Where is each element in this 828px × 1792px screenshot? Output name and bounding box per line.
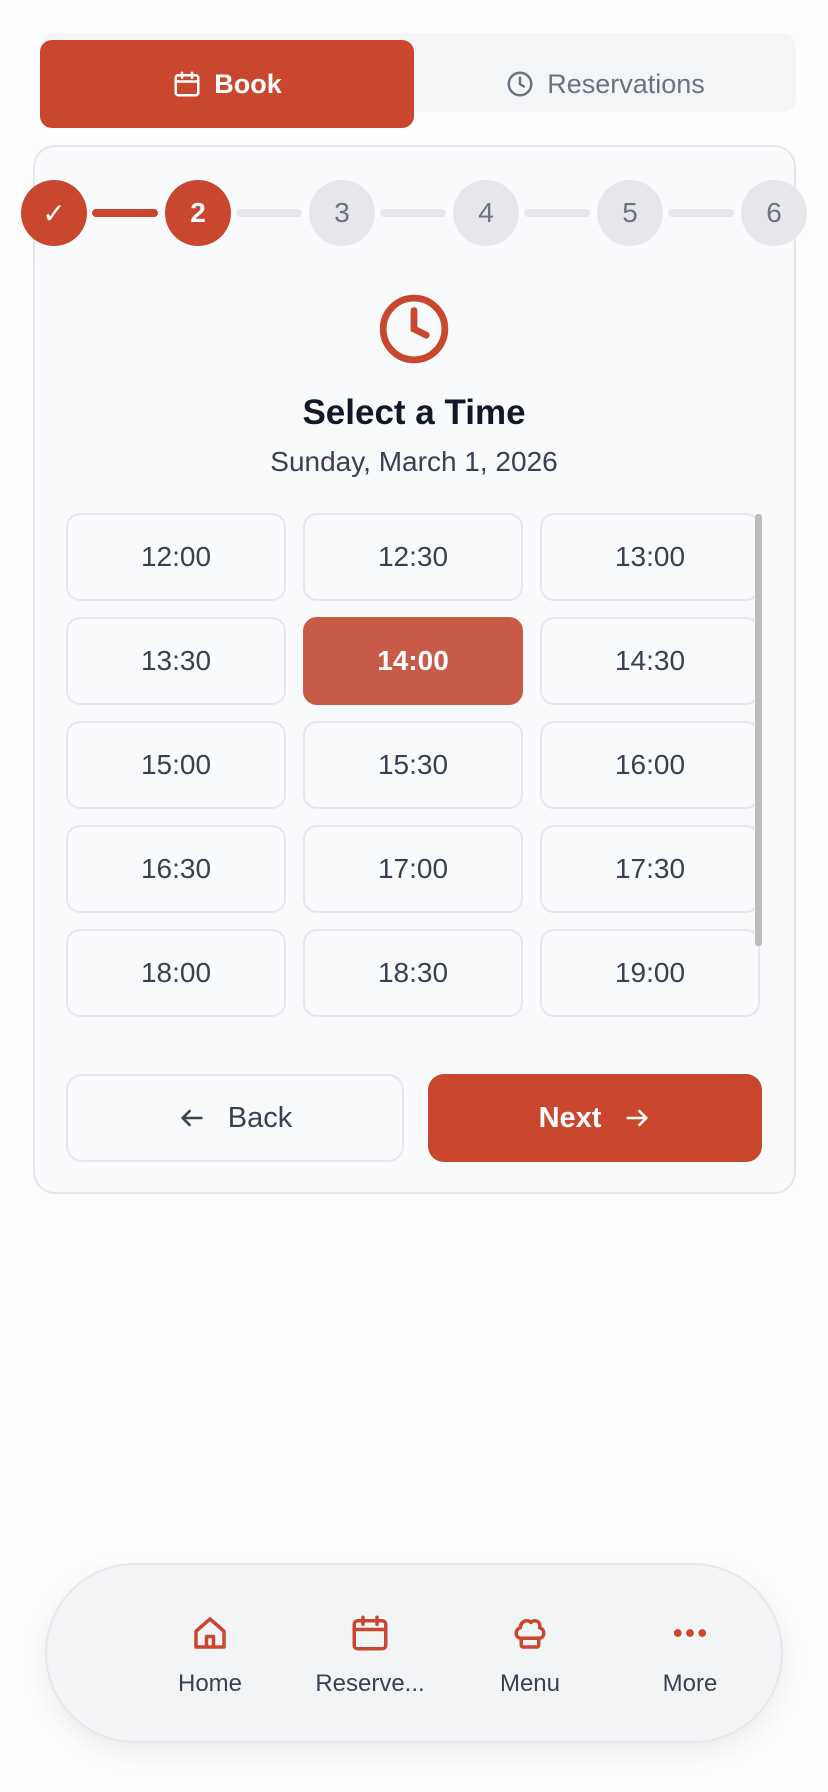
progress-stepper: ✓ 2 3 4 5 6 [0, 180, 828, 248]
time-slot[interactable]: 12:30 [303, 513, 523, 601]
time-slot-selected[interactable]: 14:00 [303, 617, 523, 705]
arrow-left-icon [181, 1109, 203, 1127]
step-4: 4 [453, 180, 519, 246]
step-number: 3 [334, 197, 350, 228]
step-number: 2 [190, 197, 206, 228]
time-slot[interactable]: 18:30 [303, 929, 523, 1017]
time-slot[interactable]: 17:30 [540, 825, 760, 913]
nav-reservations[interactable]: Reserve... [285, 1565, 455, 1745]
step-connector [524, 209, 590, 217]
step-5: 5 [597, 180, 663, 246]
back-button[interactable]: Back [66, 1074, 404, 1162]
bottom-navigation: Home Reserve... Menu More [45, 1563, 783, 1743]
time-slot-grid: 12:00 12:30 13:00 13:30 14:00 14:30 15:0… [66, 513, 764, 1017]
time-slot[interactable]: 17:00 [303, 825, 523, 913]
page-title: Select a Time [302, 393, 526, 432]
nav-menu-label: Menu [499, 1670, 561, 1697]
nav-more[interactable]: More [605, 1565, 775, 1745]
clock-icon [379, 294, 449, 364]
selected-date: Sunday, March 1, 2026 [270, 446, 558, 477]
time-slot[interactable]: 13:00 [540, 513, 760, 601]
next-label: Next [538, 1101, 602, 1134]
more-icon [673, 1629, 707, 1637]
time-slot[interactable]: 18:00 [66, 929, 286, 1017]
time-slot[interactable]: 16:30 [66, 825, 286, 913]
tab-book-label: Book [214, 68, 282, 99]
calendar-icon [174, 71, 200, 97]
step-connector [380, 209, 446, 217]
time-slot[interactable]: 16:00 [540, 721, 760, 809]
time-slot[interactable]: 15:00 [66, 721, 286, 809]
step-2: 2 [165, 180, 231, 246]
check-icon: ✓ [42, 197, 66, 229]
step-connector [92, 209, 158, 217]
home-icon [194, 1617, 226, 1649]
time-slot[interactable]: 12:00 [66, 513, 286, 601]
step-number: 5 [622, 197, 638, 228]
nav-reservations-label: Reserve... [315, 1670, 425, 1697]
back-label: Back [227, 1101, 293, 1134]
calendar-icon [352, 1615, 388, 1651]
time-grid-scrollbar[interactable] [755, 514, 762, 946]
step-number: 6 [766, 197, 782, 228]
nav-home[interactable]: Home [125, 1565, 295, 1745]
next-button[interactable]: Next [428, 1074, 762, 1162]
chef-hat-icon [514, 1619, 546, 1649]
step-number: 4 [478, 197, 494, 228]
nav-menu[interactable]: Menu [445, 1565, 615, 1745]
nav-more-label: More [662, 1670, 718, 1697]
tab-reservations-label: Reservations [547, 68, 705, 99]
tab-book[interactable]: Book [40, 40, 414, 128]
time-slot[interactable]: 13:30 [66, 617, 286, 705]
tab-reservations[interactable]: Reservations [414, 40, 796, 128]
step-connector [668, 209, 734, 217]
step-connector [236, 209, 302, 217]
time-slot[interactable]: 15:30 [303, 721, 523, 809]
nav-home-label: Home [177, 1670, 243, 1697]
step-6: 6 [741, 180, 807, 246]
step-3: 3 [309, 180, 375, 246]
booking-screen: Book Reservations ✓ 2 3 4 5 6 Select a T… [0, 0, 828, 1792]
clock-icon [507, 71, 533, 97]
arrow-right-icon [626, 1109, 649, 1127]
time-slot[interactable]: 14:30 [540, 617, 760, 705]
time-slot[interactable]: 19:00 [540, 929, 760, 1017]
step-1-complete: ✓ [21, 180, 87, 246]
view-tabs: Book Reservations [40, 33, 796, 128]
